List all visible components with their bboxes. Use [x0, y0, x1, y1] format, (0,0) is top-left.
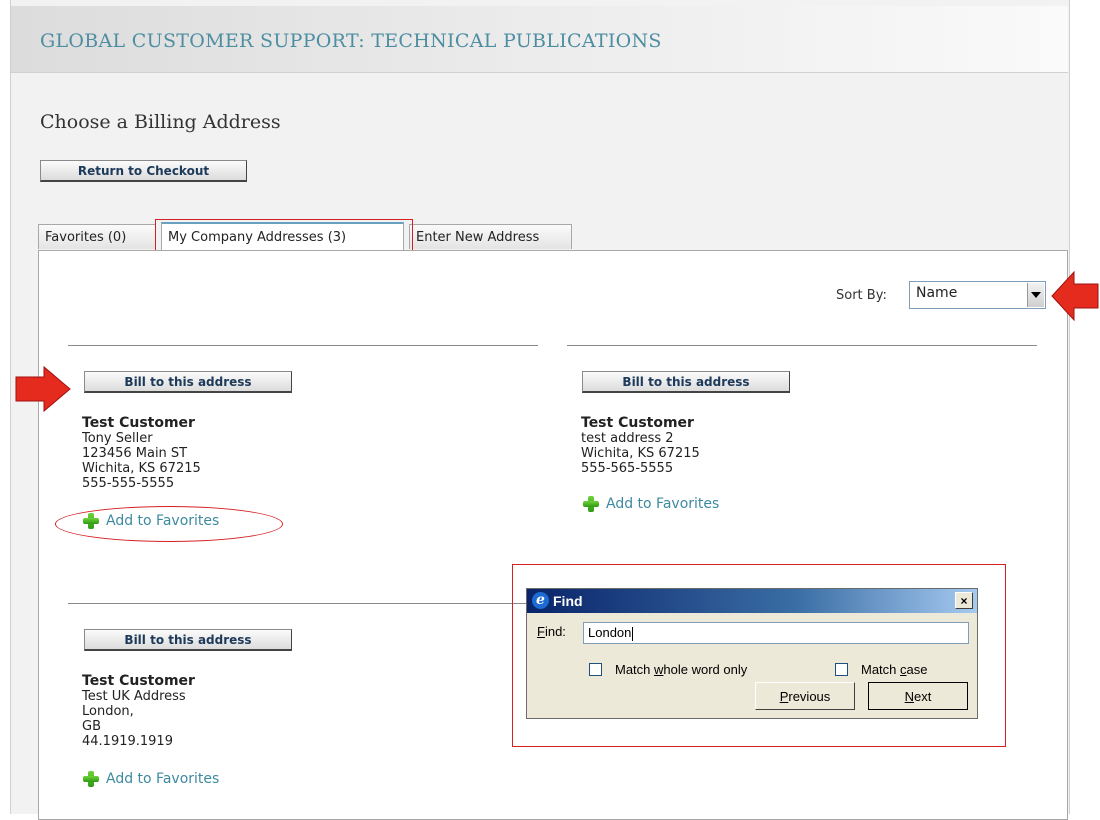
address-name: Test Customer	[82, 673, 195, 689]
bill-to-address-button[interactable]: Bill to this address	[582, 371, 790, 393]
find-input[interactable]: London	[583, 622, 969, 644]
address-card: Test Customer Test UK Address London, GB…	[82, 673, 195, 750]
find-label: Find:	[537, 624, 566, 639]
plus-icon	[582, 495, 600, 513]
page-title: Choose a Billing Address	[40, 111, 281, 133]
address-name: Test Customer	[82, 415, 195, 431]
match-case-checkbox[interactable]	[835, 663, 848, 676]
add-to-favorites-link[interactable]: Add to Favorites	[82, 770, 219, 788]
address-card: Test Customer Tony Seller 123456 Main ST…	[82, 415, 201, 492]
sort-by-value: Name	[916, 285, 958, 301]
annotation-arrow-left-icon	[1051, 270, 1099, 322]
return-to-checkout-button[interactable]: Return to Checkout	[40, 160, 247, 182]
find-dialog: e Find × Find: London Match whole word o…	[526, 588, 978, 719]
next-button[interactable]: Next	[868, 682, 968, 710]
bill-to-address-button[interactable]: Bill to this address	[84, 629, 292, 651]
address-line: test address 2	[581, 431, 674, 446]
find-input-value: London	[588, 625, 632, 640]
annotation-arrow-right-icon	[15, 365, 71, 413]
address-line: Wichita, KS 67215	[581, 446, 700, 461]
sort-by-label: Sort By:	[836, 288, 887, 303]
match-whole-word-checkbox[interactable]	[589, 663, 602, 676]
tab-favorites[interactable]: Favorites (0)	[38, 224, 156, 249]
find-dialog-title: Find	[553, 593, 583, 609]
tab-enter-new-address[interactable]: Enter New Address	[409, 224, 572, 249]
divider	[68, 345, 538, 346]
plus-icon	[82, 770, 100, 788]
address-line: Wichita, KS 67215	[82, 461, 201, 476]
bill-to-address-button[interactable]: Bill to this address	[84, 371, 292, 393]
address-phone: 44.1919.1919	[82, 734, 173, 749]
find-label-rest: ind:	[544, 624, 566, 639]
address-phone: 555-565-5555	[581, 461, 674, 476]
divider	[567, 345, 1037, 346]
close-icon[interactable]: ×	[955, 592, 973, 609]
address-name: Test Customer	[581, 415, 694, 431]
ie-icon: e	[532, 592, 549, 609]
site-title: GLOBAL CUSTOMER SUPPORT: TECHNICAL PUBLI…	[40, 30, 662, 52]
address-line: London,	[82, 704, 134, 719]
match-case-label: Match case	[861, 662, 928, 677]
address-line: Tony Seller	[82, 431, 153, 446]
divider	[68, 603, 528, 604]
chevron-down-icon[interactable]	[1027, 283, 1044, 307]
address-line: GB	[82, 719, 101, 734]
add-to-favorites-link[interactable]: Add to Favorites	[582, 495, 719, 513]
address-phone: 555-555-5555	[82, 476, 175, 491]
find-label-accel: F	[537, 624, 545, 639]
annotation-ellipse	[55, 506, 283, 542]
add-to-favorites-label: Add to Favorites	[106, 771, 220, 787]
address-line: 123456 Main ST	[82, 446, 188, 461]
match-whole-word-label: Match whole word only	[615, 662, 748, 677]
add-to-favorites-label: Add to Favorites	[606, 496, 720, 512]
address-card: Test Customer test address 2 Wichita, KS…	[581, 415, 700, 477]
sort-by-select[interactable]: Name	[909, 281, 1046, 309]
previous-button[interactable]: Previous	[755, 682, 855, 710]
address-line: Test UK Address	[82, 689, 186, 704]
find-titlebar[interactable]: e Find ×	[527, 589, 977, 613]
